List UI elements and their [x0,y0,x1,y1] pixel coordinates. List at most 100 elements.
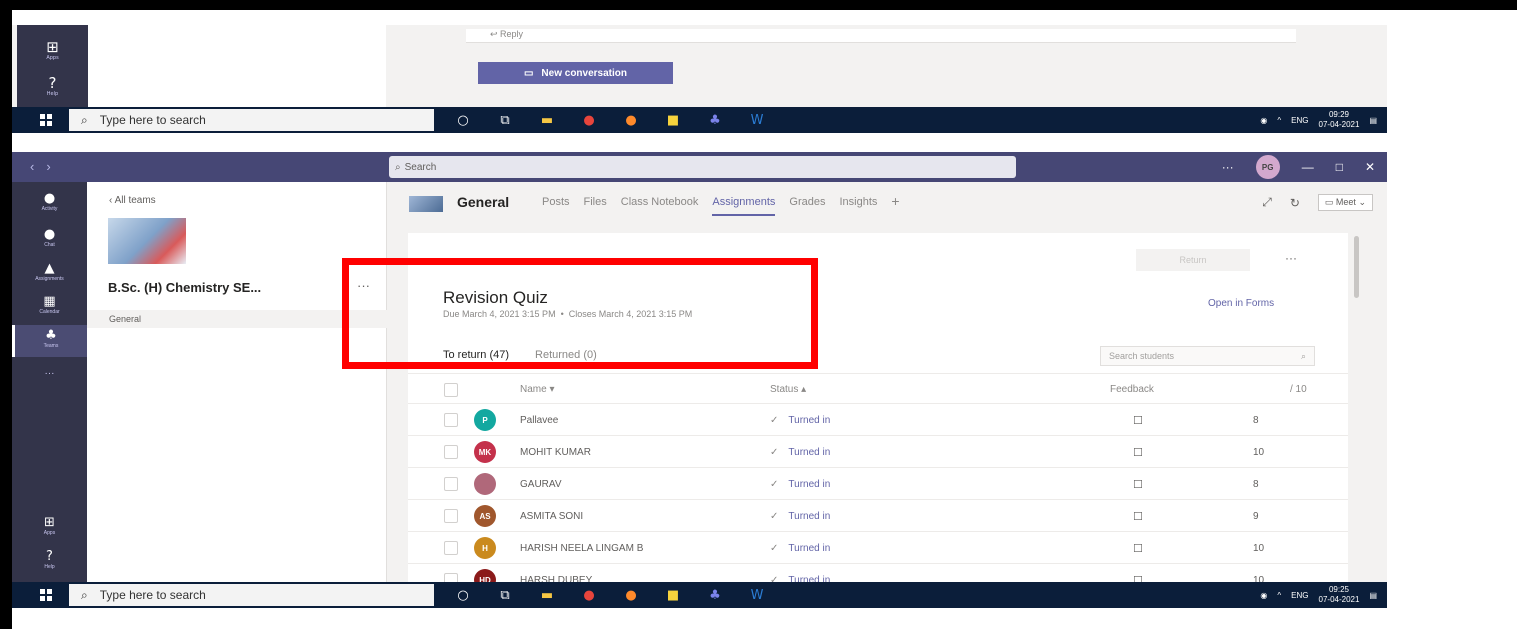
new-conversation-button[interactable]: ▭ New conversation [478,62,673,84]
row-checkbox[interactable] [444,445,458,459]
status-cell: ✓ Turned in [770,478,831,490]
table-row[interactable]: MK MOHIT KUMAR ✓ Turned in ☐ 10 [408,436,1348,468]
check-icon: ✓ [770,542,779,554]
rail-help[interactable]: ? Help [12,549,87,571]
teams-icon[interactable]: ♣ [704,586,726,604]
tab-files[interactable]: Files [584,196,607,216]
student-name[interactable]: GAURAV [520,468,562,500]
select-all-checkbox[interactable] [444,382,458,397]
row-checkbox[interactable] [444,477,458,491]
close-icon[interactable]: ✕ [1365,160,1375,174]
minimize-icon[interactable]: — [1302,160,1314,174]
points-value[interactable]: 9 [1253,500,1259,532]
chrome-icon[interactable]: ● [578,586,600,604]
file-explorer-icon[interactable]: ▬ [536,586,558,604]
word-icon[interactable]: W [746,111,768,129]
more-options-button[interactable]: ··· [1222,160,1234,174]
student-name[interactable]: Pallavee [520,404,558,436]
points-value[interactable]: 8 [1253,404,1259,436]
nav-arrows[interactable]: ‹› [30,159,63,174]
feedback-icon[interactable]: ☐ [1133,446,1143,459]
chevron-up-icon[interactable]: ^ [1277,116,1281,125]
avatar[interactable]: PG [1255,155,1280,179]
rail-calendar[interactable]: ▦ Calendar [12,295,87,316]
meet-button[interactable]: ▭ Meet ⌄ [1317,194,1373,211]
file-explorer-icon[interactable]: ▬ [536,111,558,129]
reply-link[interactable]: ↩ Reply [466,29,1296,43]
notifications-icon[interactable]: ▤ [1369,591,1377,600]
taskbar-clock[interactable]: 09:25 07-04-2021 [1319,585,1360,605]
feedback-icon[interactable]: ☐ [1133,542,1143,555]
language-indicator[interactable]: ENG [1291,116,1308,125]
network-globe-icon[interactable]: ◉ [1260,591,1267,600]
chevron-up-icon[interactable]: ^ [1277,591,1281,600]
task-view-icon[interactable]: ⧉ [494,111,516,129]
image-border-top [0,0,1517,10]
return-button[interactable]: Return [1136,249,1250,271]
table-row[interactable]: GAURAV ✓ Turned in ☐ 8 [408,468,1348,500]
table-row[interactable]: AS ASMITA SONI ✓ Turned in ☐ 9 [408,500,1348,532]
sticky-notes-icon[interactable]: ■ [662,111,684,129]
teams-icon[interactable]: ♣ [704,111,726,129]
status-column-header[interactable]: Status ▴ [770,374,806,405]
taskbar-search-box[interactable]: ⌕ Type here to search [69,109,434,131]
table-row[interactable]: P Pallavee ✓ Turned in ☐ 8 [408,404,1348,436]
row-checkbox[interactable] [444,413,458,427]
windows-start-icon[interactable] [40,589,52,601]
add-tab-button[interactable]: + [891,193,899,216]
student-name[interactable]: ASMITA SONI [520,500,583,532]
rail-activity[interactable]: ● Activity [12,192,87,213]
tab-class-notebook[interactable]: Class Notebook [621,196,699,216]
open-in-forms-link[interactable]: Open in Forms [1208,298,1274,309]
expand-icon[interactable]: ⤢ [1262,195,1272,210]
all-teams-link[interactable]: ‹ All teams [109,195,156,206]
sticky-notes-icon[interactable]: ■ [662,586,684,604]
tab-insights[interactable]: Insights [839,196,877,216]
notifications-icon[interactable]: ▤ [1369,116,1377,125]
feedback-icon[interactable]: ☐ [1133,414,1143,427]
windows-start-icon[interactable] [40,114,52,126]
taskbar-search-box[interactable]: ⌕ Type here to search [69,584,434,606]
rail-apps[interactable]: ⊞ Apps [12,516,87,537]
search-input[interactable]: ⌕ Search [389,156,1016,178]
taskbar-clock[interactable]: 09:29 07-04-2021 [1319,110,1360,130]
maximize-icon[interactable]: □ [1336,160,1343,174]
feedback-icon[interactable]: ☐ [1133,478,1143,491]
chevron-down-icon[interactable]: ⌄ [1358,197,1366,207]
task-view-icon[interactable]: ⧉ [494,586,516,604]
chrome-icon[interactable]: ● [578,111,600,129]
tab-assignments[interactable]: Assignments [712,196,776,216]
firefox-icon[interactable]: ● [620,586,642,604]
rail-assignments[interactable]: ▲ Assignments [12,262,87,283]
network-globe-icon[interactable]: ◉ [1260,116,1267,125]
feedback-icon[interactable]: ☐ [1133,510,1143,523]
row-checkbox[interactable] [444,541,458,555]
language-indicator[interactable]: ENG [1291,591,1308,600]
help-icon[interactable]: ? Help [17,75,88,97]
cortana-icon[interactable]: ○ [452,586,474,604]
word-icon[interactable]: W [746,586,768,604]
table-row[interactable]: H HARISH NEELA LINGAM B ✓ Turned in ☐ 10 [408,532,1348,564]
scrollbar[interactable] [1354,236,1359,298]
rail-chat[interactable]: ● Chat [12,228,87,249]
help-icon: ? [46,549,53,564]
row-checkbox[interactable] [444,509,458,523]
student-name[interactable]: HARISH NEELA LINGAM B [520,532,643,564]
search-students-input[interactable]: Search students ⌕ [1100,346,1315,366]
avatar [474,473,496,495]
points-value[interactable]: 10 [1253,436,1264,468]
points-value[interactable]: 10 [1253,532,1264,564]
tab-posts[interactable]: Posts [542,196,570,216]
apps-icon[interactable]: ⊞ Apps [17,39,88,61]
points-value[interactable]: 8 [1253,468,1259,500]
tab-grades[interactable]: Grades [789,196,825,216]
status-cell: ✓ Turned in [770,414,831,426]
student-name[interactable]: MOHIT KUMAR [520,436,591,468]
refresh-icon[interactable]: ↻ [1290,196,1300,210]
rail-teams[interactable]: ♣ Teams [12,325,87,357]
firefox-icon[interactable]: ● [620,111,642,129]
cortana-icon[interactable]: ○ [452,111,474,129]
rail-more[interactable]: ··· [12,368,87,379]
name-column-header[interactable]: Name ▾ [520,374,555,405]
assignment-more-button[interactable]: ··· [1285,251,1297,265]
